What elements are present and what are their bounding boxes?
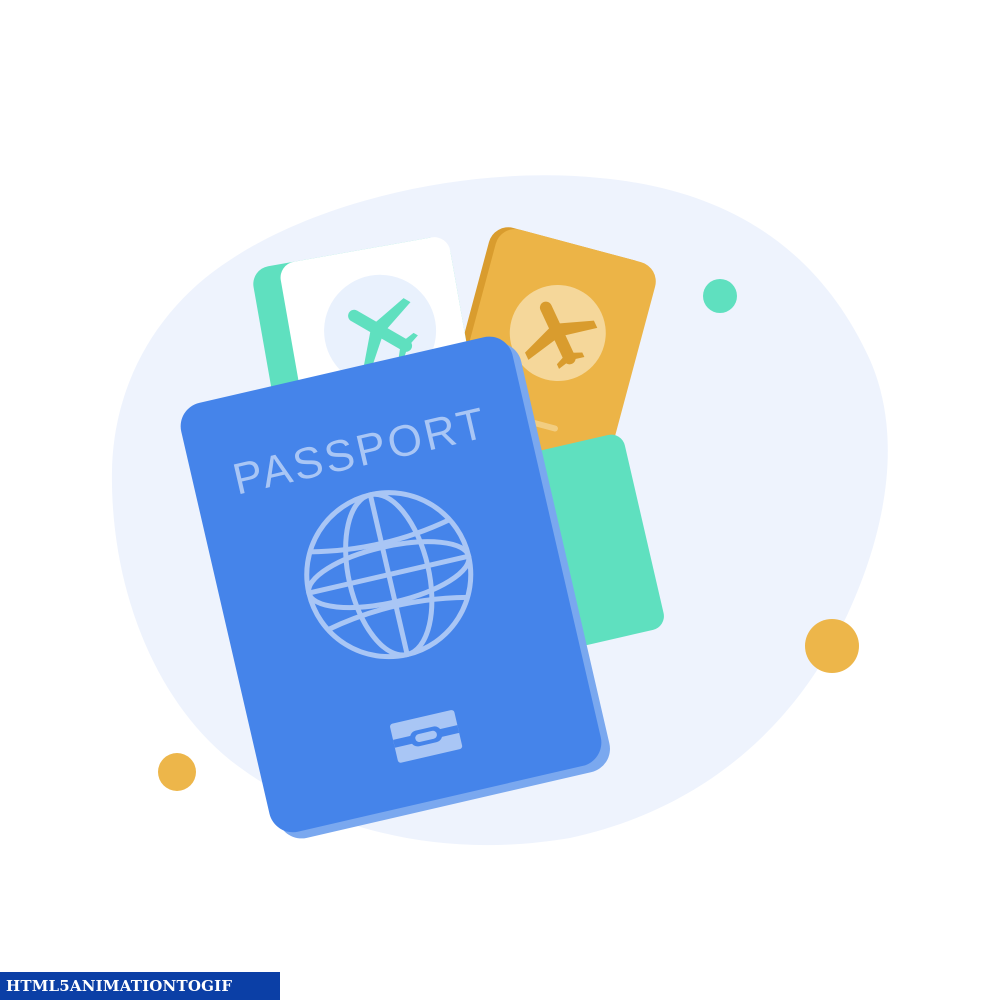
decor-dot-green — [703, 279, 737, 313]
decor-dot-gold-large — [805, 619, 859, 673]
decor-dot-gold-small — [158, 753, 196, 791]
watermark-label: HTML5ANIMATIONTOGIF — [0, 972, 280, 1000]
passport-illustration: PASSPORT — [111, 175, 888, 846]
